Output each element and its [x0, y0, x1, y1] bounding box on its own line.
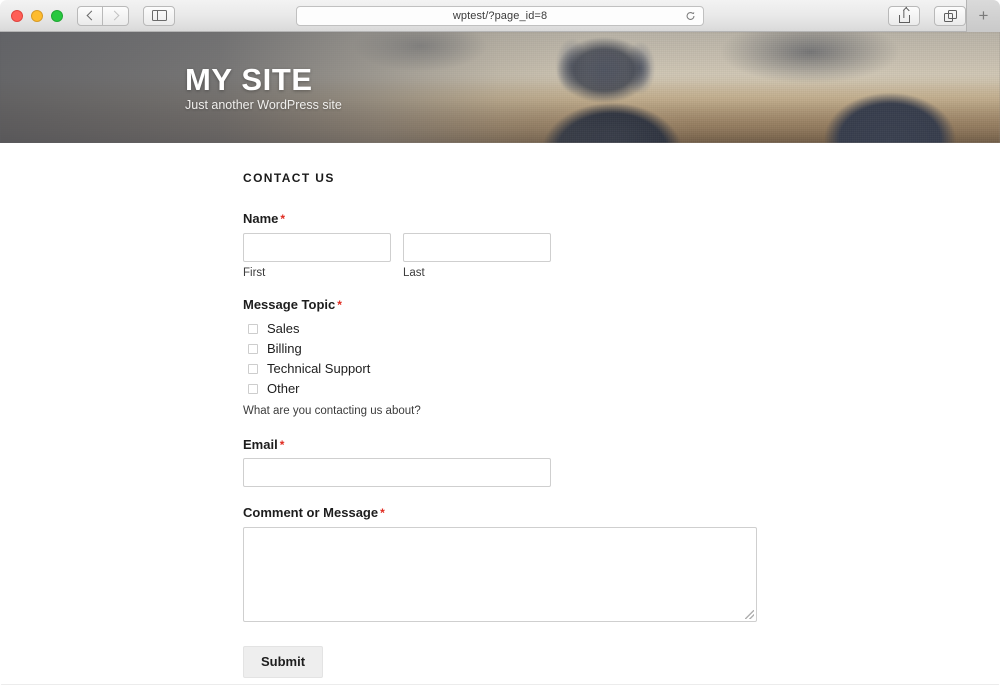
- browser-toolbar: wptest/?page_id=8 +: [0, 0, 1000, 32]
- share-icon: [898, 9, 910, 23]
- checkbox-icon[interactable]: [248, 323, 258, 334]
- message-topic-label: Message Topic *: [243, 297, 763, 313]
- email-label-text: Email: [243, 436, 278, 452]
- minimize-window-button[interactable]: [31, 9, 43, 22]
- browser-window: wptest/?page_id=8 + MY SITE Just another…: [0, 0, 1000, 688]
- comment-textarea[interactable]: [243, 526, 757, 622]
- hero-text-block: MY SITE Just another WordPress site: [185, 32, 342, 143]
- name-fields-row: First Last: [243, 232, 763, 280]
- hero-gradient-overlay: [0, 32, 1000, 143]
- field-comment: Comment or Message *: [243, 505, 763, 622]
- forward-button[interactable]: [103, 5, 129, 26]
- email-input[interactable]: [243, 458, 551, 488]
- checkbox-label: Sales: [267, 321, 300, 337]
- address-bar[interactable]: wptest/?page_id=8: [296, 6, 704, 26]
- comment-label: Comment or Message *: [243, 505, 763, 521]
- last-name-input[interactable]: [403, 232, 551, 262]
- sidebar-toggle-icon: [151, 9, 167, 22]
- checkbox-option-other[interactable]: Other: [243, 379, 763, 399]
- checkbox-label: Other: [267, 381, 300, 397]
- first-name-sublabel: First: [243, 266, 266, 279]
- checkbox-label: Technical Support: [267, 361, 371, 377]
- first-name-input[interactable]: [243, 232, 391, 262]
- new-tab-button[interactable]: +: [966, 0, 1000, 32]
- checkbox-icon[interactable]: [248, 363, 258, 374]
- checkbox-label: Billing: [267, 341, 302, 357]
- message-topic-required-mark: *: [337, 298, 342, 313]
- message-topic-label-text: Message Topic: [243, 297, 336, 313]
- checkbox-option-billing[interactable]: Billing: [243, 339, 763, 359]
- site-tagline: Just another WordPress site: [185, 97, 342, 112]
- submit-button[interactable]: Submit: [243, 645, 324, 678]
- email-label: Email *: [243, 437, 763, 453]
- resize-handle-icon[interactable]: [745, 609, 754, 619]
- name-required-mark: *: [280, 212, 286, 226]
- email-required-mark: *: [279, 437, 285, 452]
- last-name-column: Last: [403, 232, 551, 280]
- first-name-column: First: [243, 232, 391, 280]
- sidebar-toggle-button[interactable]: [143, 5, 175, 26]
- close-window-button[interactable]: [11, 9, 23, 22]
- show-tabs-button[interactable]: [934, 6, 966, 26]
- name-label: Name *: [243, 211, 763, 227]
- contact-form-container: CONTACT US Name * First Last Message Top…: [243, 171, 763, 678]
- field-name: Name * First Last: [243, 211, 763, 279]
- reload-icon[interactable]: [685, 11, 696, 22]
- toolbar-right-buttons: +: [874, 0, 1000, 32]
- site-header-hero: MY SITE Just another WordPress site: [0, 32, 1000, 143]
- page-bottom-divider: [0, 684, 1000, 685]
- maximize-window-button[interactable]: [51, 9, 63, 22]
- field-message-topic: Message Topic * Sales Billing Technical S…: [243, 297, 763, 418]
- navigation-buttons: [77, 5, 129, 26]
- last-name-sublabel: Last: [403, 266, 425, 279]
- chevron-right-icon: [109, 10, 120, 21]
- chevron-left-icon: [86, 10, 96, 21]
- checkbox-option-sales[interactable]: Sales: [243, 319, 763, 339]
- checkbox-icon[interactable]: [248, 383, 258, 394]
- comment-label-text: Comment or Message: [243, 505, 379, 521]
- page-title: CONTACT US: [243, 171, 335, 185]
- back-button[interactable]: [77, 5, 103, 26]
- site-title[interactable]: MY SITE: [185, 64, 342, 95]
- window-controls: [11, 9, 63, 22]
- field-email: Email *: [243, 437, 763, 488]
- message-topic-help-text: What are you contacting us about?: [243, 404, 421, 417]
- message-topic-options: Sales Billing Technical Support Other: [243, 319, 763, 399]
- checkbox-option-technical-support[interactable]: Technical Support: [243, 359, 763, 379]
- checkbox-icon[interactable]: [248, 343, 258, 354]
- show-tabs-icon: [943, 10, 957, 22]
- share-button[interactable]: [888, 6, 920, 26]
- submit-row: Submit: [243, 645, 763, 678]
- url-text: wptest/?page_id=8: [452, 10, 548, 22]
- page-content: CONTACT US Name * First Last Message Top…: [0, 143, 1000, 687]
- name-label-text: Name: [243, 211, 279, 226]
- comment-required-mark: *: [380, 506, 385, 521]
